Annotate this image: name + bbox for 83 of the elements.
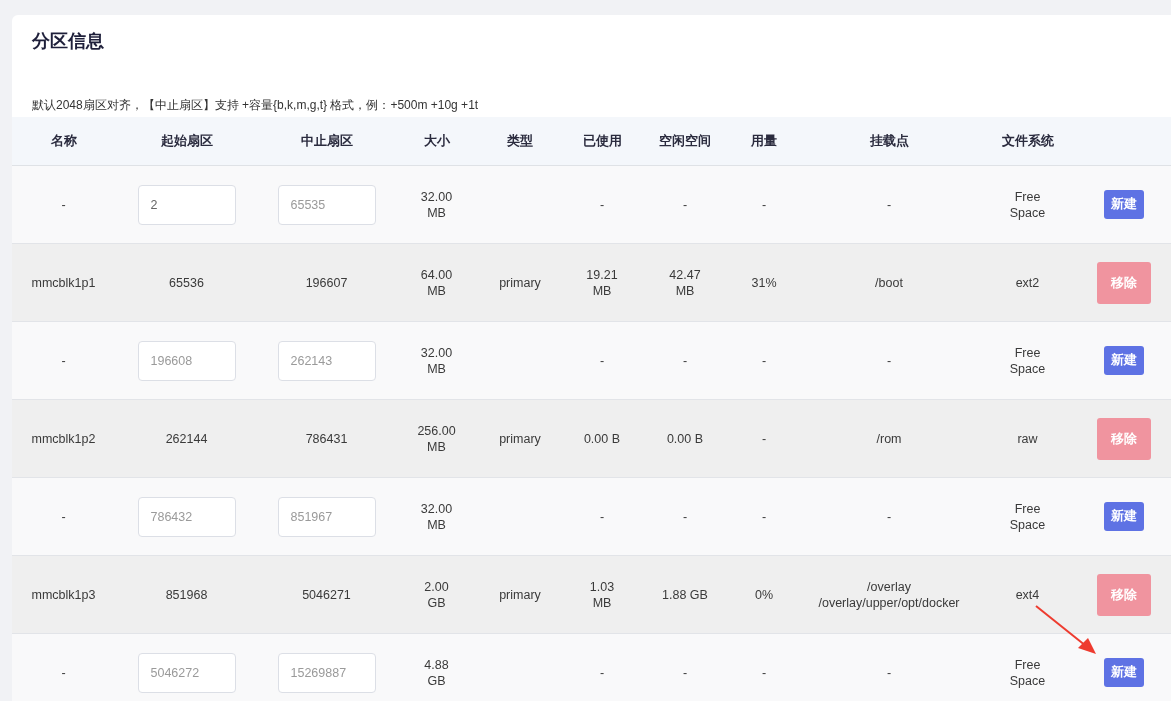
table-cell: - (761, 430, 767, 447)
table-cell: - (599, 196, 605, 213)
table-cell: mmcblk1p1 (31, 274, 96, 291)
table-cell: - (61, 196, 66, 213)
table-cell: 1.03 MB (589, 578, 615, 611)
column-header: 空闲空间 (659, 132, 711, 150)
table-cell: - (886, 664, 892, 681)
column-header: 挂载点 (869, 132, 909, 150)
table-cell: Free Space (1009, 656, 1046, 689)
hint-text: 默认2048扇区对齐，【中止扇区】支持 +容量{b,k,m,g,t} 格式，例：+500m +10g +1t (31, 97, 480, 114)
table-cell: primary (499, 586, 541, 603)
table-cell: 64.00 MB (420, 266, 453, 299)
input-field[interactable]: 65535 (277, 184, 376, 225)
table-cell: 32.00 MB (420, 188, 453, 221)
table-cell: - (761, 508, 767, 525)
table-cell: 42.47 MB (669, 266, 701, 299)
table-cell: - (761, 352, 767, 369)
table-cell: 786431 (305, 430, 348, 447)
new-button[interactable]: 新建 (1104, 190, 1144, 219)
table-cell: 0% (754, 586, 774, 603)
table-cell: mmcblk1p2 (31, 430, 96, 447)
table-cell: 4.88 GB (424, 656, 449, 689)
table-cell: primary (499, 430, 541, 447)
table-cell: - (761, 196, 767, 213)
table-cell: 0.00 B (666, 430, 704, 447)
new-button[interactable]: 新建 (1104, 502, 1144, 531)
table-cell: primary (499, 274, 541, 291)
table-cell: 65536 (169, 274, 204, 291)
table-cell: 256.00 MB (417, 422, 456, 455)
input-field[interactable]: 5046272 (137, 652, 236, 693)
new-button[interactable]: 新建 (1104, 346, 1144, 375)
input-field[interactable]: 851967 (277, 496, 376, 537)
table-cell: 262144 (165, 430, 208, 447)
table-cell: 1.88 GB (662, 586, 708, 603)
table-cell: /overlay /overlay/upper/opt/docker (818, 578, 960, 611)
table-cell: - (682, 664, 688, 681)
table-cell: 19.21 MB (586, 266, 618, 299)
table-cell: raw (1017, 430, 1038, 447)
table-cell: 32.00 MB (420, 344, 453, 377)
table-cell: - (682, 196, 688, 213)
table-cell: 2.00 GB (424, 578, 449, 611)
table-cell: 5046271 (302, 586, 351, 603)
column-header: 中止扇区 (300, 132, 353, 150)
table-cell: mmcblk1p3 (31, 586, 96, 603)
table-cell: 196607 (305, 274, 348, 291)
table-cell: - (599, 664, 605, 681)
table-cell: - (886, 508, 892, 525)
input-field[interactable]: 196608 (137, 340, 236, 381)
column-header: 类型 (507, 132, 533, 150)
column-header: 文件系统 (1001, 132, 1054, 150)
table-cell: /boot (875, 274, 903, 291)
input-field[interactable]: 2 (137, 184, 236, 225)
table-cell: - (886, 196, 892, 213)
table-cell: 32.00 MB (420, 500, 453, 533)
column-header: 名称 (50, 132, 77, 150)
table-cell: ext2 (1015, 274, 1040, 291)
table-cell: - (886, 352, 892, 369)
table-cell: - (61, 664, 66, 681)
table-cell: - (599, 508, 605, 525)
table-cell: - (61, 352, 66, 369)
table-cell: ext4 (1015, 586, 1040, 603)
table-cell: - (761, 664, 767, 681)
table-cell: - (599, 352, 605, 369)
table-cell: - (61, 508, 66, 525)
input-field[interactable]: 262143 (277, 340, 376, 381)
new-button[interactable]: 新建 (1104, 658, 1144, 687)
column-header: 起始扇区 (160, 132, 213, 150)
table-cell: - (682, 508, 688, 525)
table-cell: /rom (876, 430, 902, 447)
table-cell: Free Space (1009, 344, 1046, 377)
input-field[interactable]: 786432 (137, 496, 236, 537)
table-cell: Free Space (1009, 500, 1046, 533)
column-header: 用量 (751, 132, 777, 150)
table-cell: 0.00 B (583, 430, 621, 447)
table-cell: 851968 (165, 586, 208, 603)
section-title: 分区信息 (31, 30, 105, 53)
table-cell: - (682, 352, 688, 369)
column-header: 大小 (423, 132, 450, 150)
input-field[interactable]: 15269887 (277, 652, 376, 693)
table-cell: 31% (751, 274, 777, 291)
column-header: 已使用 (582, 132, 622, 150)
annotation-arrow (1034, 604, 1098, 656)
table-cell: Free Space (1009, 188, 1046, 221)
